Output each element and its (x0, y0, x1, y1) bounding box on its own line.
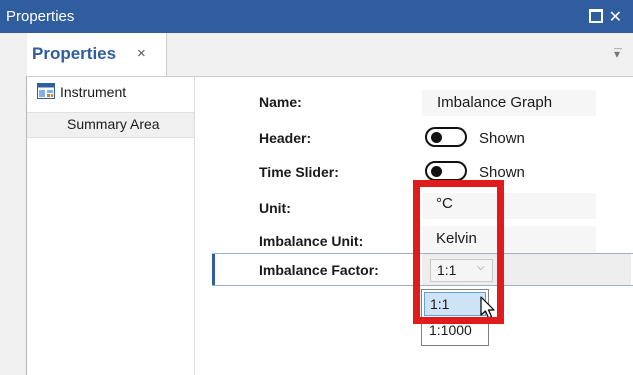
time-slider-toggle-state: Shown (479, 164, 525, 181)
time-slider-label: Time Slider: (259, 164, 339, 180)
tab-label: Properties (32, 44, 117, 63)
tree-panel: Instrument Summary Area (27, 77, 195, 375)
highlight-box (413, 180, 504, 324)
header-toggle[interactable] (425, 127, 467, 147)
tree-item-summary-area[interactable]: Summary Area (27, 112, 194, 138)
tab-properties[interactable]: Properties × (27, 33, 167, 76)
time-slider-toggle[interactable] (425, 161, 467, 181)
instrument-icon (37, 83, 55, 99)
window-title: Properties (6, 8, 75, 25)
left-gutter (0, 76, 27, 375)
tree-item-label: Summary Area (67, 116, 160, 132)
row-accent (212, 254, 215, 285)
window-titlebar: Properties ✕ (0, 0, 633, 33)
toggle-knob (431, 166, 442, 177)
close-icon[interactable]: ✕ (609, 7, 626, 27)
overflow-icon[interactable]: ▾ — (614, 44, 622, 61)
tree-item-instrument[interactable]: Instrument (60, 84, 126, 100)
name-label: Name: (259, 94, 302, 110)
window-controls: ✕ (588, 7, 626, 27)
imbalance-factor-label: Imbalance Factor: (259, 262, 379, 278)
header-label: Header: (259, 130, 312, 146)
option-label: 1:1000 (429, 322, 472, 338)
toggle-knob (431, 132, 442, 143)
header-toggle-state: Shown (479, 130, 525, 147)
name-field[interactable]: Imbalance Graph (437, 94, 552, 111)
unit-label: Unit: (259, 200, 291, 216)
tab-bar: Properties × ▾ — (0, 33, 633, 77)
maximize-icon[interactable] (588, 8, 603, 23)
tab-close-icon[interactable]: × (137, 45, 146, 62)
imbalance-unit-label: Imbalance Unit: (259, 233, 364, 249)
